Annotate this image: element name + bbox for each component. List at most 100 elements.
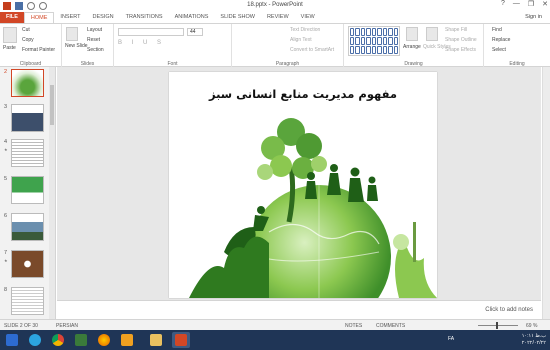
- help-button[interactable]: ?: [501, 0, 505, 8]
- file-explorer-taskbar-button[interactable]: [147, 332, 165, 348]
- language-indicator[interactable]: PERSIAN: [56, 323, 78, 329]
- scrollbar-thumb[interactable]: [50, 85, 54, 125]
- slide-thumbnail[interactable]: 5: [0, 176, 56, 210]
- arrange-button[interactable]: Arrange: [403, 44, 421, 50]
- select-button[interactable]: Select: [492, 47, 506, 53]
- system-clock[interactable]: ۱۰:۱۱ ب.ظ ۲۰۲۲/۰۲/۲۲: [522, 333, 546, 347]
- slide-thumbnail-image[interactable]: [11, 213, 44, 241]
- powerpoint-taskbar-button[interactable]: [172, 332, 190, 348]
- start-button[interactable]: [3, 332, 21, 348]
- layout-button[interactable]: Layout: [87, 27, 102, 33]
- slides-group: New Slide Layout Reset Section Slides: [62, 24, 114, 68]
- tab-home[interactable]: HOME: [23, 12, 55, 23]
- notes-toggle[interactable]: NOTES: [345, 323, 362, 329]
- comments-toggle[interactable]: COMMENTS: [376, 323, 405, 329]
- tab-view[interactable]: VIEW: [295, 12, 321, 23]
- input-language[interactable]: FA: [448, 336, 454, 342]
- paste-icon[interactable]: [3, 27, 17, 43]
- firefox-taskbar-button[interactable]: [95, 332, 113, 348]
- restore-button[interactable]: ❐: [528, 0, 534, 8]
- slide-thumbnail-image[interactable]: [11, 176, 44, 204]
- slide-thumbnail[interactable]: 6: [0, 213, 56, 247]
- new-slide-button[interactable]: New Slide: [65, 43, 88, 49]
- paste-button[interactable]: Paste: [3, 45, 16, 51]
- slide-number: 4: [4, 139, 8, 145]
- new-slide-icon[interactable]: [66, 27, 78, 41]
- slide-thumbnail[interactable]: 2: [0, 69, 56, 103]
- chrome-taskbar-button[interactable]: [49, 332, 67, 348]
- shape-fill-button[interactable]: Shape Fill: [445, 27, 467, 33]
- replace-button[interactable]: Replace: [492, 37, 510, 43]
- cut-button[interactable]: Cut: [22, 27, 30, 33]
- zoom-level[interactable]: 69 %: [526, 323, 537, 329]
- slide-count: SLIDE 2 OF 30: [4, 322, 38, 329]
- slide-thumbnail-image[interactable]: [11, 250, 44, 278]
- slide-thumbnail-image[interactable]: [11, 69, 44, 97]
- slide-thumbnail-image[interactable]: [11, 104, 44, 132]
- shape-effects-button[interactable]: Shape Effects: [445, 47, 476, 53]
- font-group: 44 B I U S Font: [114, 24, 232, 68]
- view-buttons[interactable]: [414, 322, 464, 328]
- tab-transitions[interactable]: TRANSITIONS: [120, 12, 169, 23]
- copy-button[interactable]: Copy: [22, 37, 34, 43]
- align-text-button[interactable]: Align Text: [290, 37, 312, 43]
- format-painter-button[interactable]: Format Painter: [22, 47, 55, 53]
- sign-in-link[interactable]: Sign in: [525, 12, 542, 23]
- tab-file[interactable]: FILE: [0, 12, 24, 23]
- drawing-group: Arrange Quick Styles Shape Fill Shape Ou…: [344, 24, 484, 68]
- title-bar: 18.pptx - PowerPoint ? — ❐ ✕: [0, 0, 550, 12]
- arrange-icon[interactable]: [406, 27, 418, 41]
- notes-pane[interactable]: Click to add notes: [57, 300, 541, 319]
- convert-smartart-button[interactable]: Convert to SmartArt: [290, 47, 334, 53]
- font-size-select[interactable]: 44: [187, 28, 203, 36]
- slide-number: 8: [4, 287, 8, 293]
- text-direction-button[interactable]: Text Direction: [290, 27, 320, 33]
- clipboard-group: Paste Cut Copy Format Painter Clipboard: [0, 24, 62, 68]
- close-button[interactable]: ✕: [542, 0, 548, 8]
- slide-number: 2: [4, 69, 8, 75]
- font-format-buttons[interactable]: B I U S: [118, 40, 218, 48]
- notes-placeholder[interactable]: Click to add notes: [485, 307, 533, 313]
- windows-icon: [6, 334, 18, 346]
- list-buttons[interactable]: [236, 28, 286, 36]
- tab-insert[interactable]: INSERT: [54, 12, 86, 23]
- tab-design[interactable]: DESIGN: [87, 12, 120, 23]
- slide-thumbnail[interactable]: 8: [0, 287, 56, 321]
- slide-thumbnail[interactable]: 3: [0, 104, 56, 138]
- powerpoint-icon: [175, 334, 187, 346]
- chrome-icon: [52, 334, 64, 346]
- zoom-slider[interactable]: [478, 325, 518, 326]
- section-button[interactable]: Section: [87, 47, 104, 53]
- find-button[interactable]: Find: [492, 27, 502, 33]
- reset-button[interactable]: Reset: [87, 37, 100, 43]
- window-controls: ? — ❐ ✕: [501, 0, 548, 8]
- slide-scrollbar[interactable]: [542, 67, 550, 319]
- slide-canvas: مفهوم مدیریت منابع انسانی سبز: [57, 67, 541, 300]
- shapes-gallery[interactable]: [348, 26, 400, 56]
- taskbar: FA ۱۰:۱۱ ب.ظ ۲۰۲۲/۰۲/۲۲: [0, 330, 550, 350]
- slide-thumbnail-image[interactable]: [11, 139, 44, 167]
- slide-number: 7: [4, 250, 8, 256]
- firefox-icon: [98, 334, 110, 346]
- font-name-select[interactable]: [118, 28, 184, 36]
- current-slide[interactable]: مفهوم مدیریت منابع انسانی سبز: [169, 72, 437, 298]
- app-icon: [75, 334, 87, 346]
- slide-thumbnail[interactable]: 7 ★: [0, 250, 56, 284]
- minimize-button[interactable]: —: [513, 0, 520, 8]
- tab-slide-show[interactable]: SLIDE SHOW: [214, 12, 261, 23]
- animation-star-icon: ★: [4, 258, 8, 263]
- tab-review[interactable]: REVIEW: [261, 12, 295, 23]
- app-taskbar-button[interactable]: [72, 332, 90, 348]
- telegram-taskbar-button[interactable]: [26, 332, 44, 348]
- thumbnails-scrollbar[interactable]: [49, 67, 55, 319]
- slide-thumbnail[interactable]: 4 ★: [0, 139, 56, 173]
- media-player-taskbar-button[interactable]: [118, 332, 136, 348]
- slide-thumbnail-image[interactable]: [11, 287, 44, 315]
- quick-styles-icon[interactable]: [426, 27, 438, 41]
- slide-thumbnails-pane: 2 3 4 ★ 5 6 7 ★ 8: [0, 67, 56, 319]
- zoom-slider-handle[interactable]: [496, 322, 498, 329]
- shape-outline-button[interactable]: Shape Outline: [445, 37, 477, 43]
- window-title: 18.pptx - PowerPoint: [247, 2, 303, 8]
- tab-animations[interactable]: ANIMATIONS: [169, 12, 215, 23]
- green-earth-illustration[interactable]: [169, 72, 437, 298]
